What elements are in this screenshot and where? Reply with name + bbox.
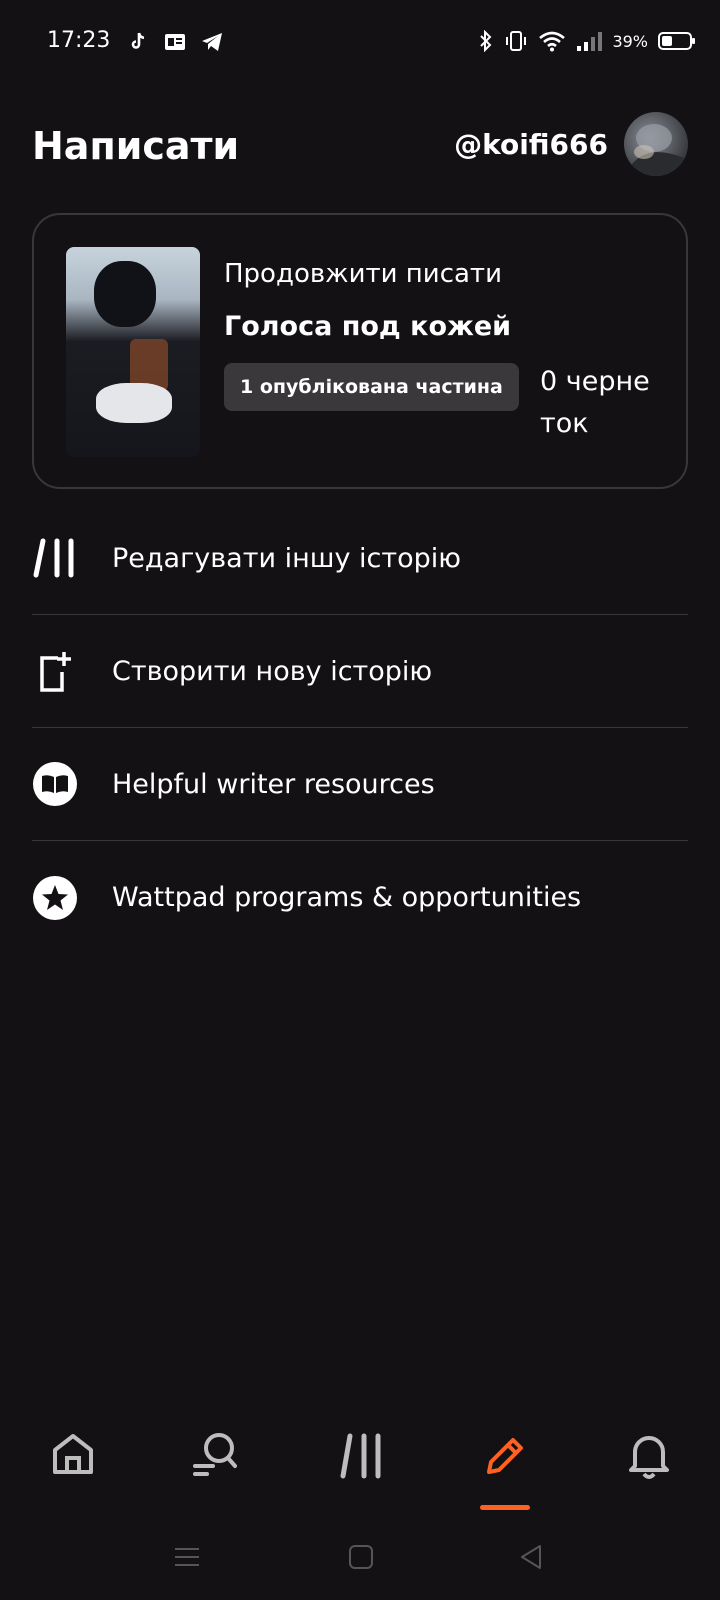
story-title[interactable]: Голоса под кожей: [224, 311, 511, 342]
bluetooth-icon: [480, 30, 492, 52]
page-title: Написати: [32, 124, 240, 168]
battery-icon: [658, 32, 695, 50]
home-icon[interactable]: [28, 1430, 118, 1510]
published-parts-badge: 1 опублікована частина: [224, 363, 519, 411]
battery-percent: 39%: [612, 31, 648, 51]
menu-item-writer-resources[interactable]: Helpful writer resources: [32, 728, 688, 841]
wifi-icon: [539, 31, 566, 52]
library-icon[interactable]: [316, 1430, 406, 1510]
story-cover[interactable]: [66, 247, 200, 457]
menu-item-label: Редагувати іншу історію: [112, 542, 461, 574]
menu-item-label: Створити нову історію: [112, 655, 433, 687]
notifications-icon[interactable]: [604, 1430, 694, 1510]
avatar[interactable]: [624, 112, 688, 176]
signal-icon: [577, 32, 603, 51]
write-menu: Редагувати іншу історію Створити нову іс…: [32, 502, 688, 954]
new-story-icon: [32, 648, 78, 694]
back-icon[interactable]: [516, 1542, 546, 1572]
vibrate-icon: [506, 31, 527, 51]
active-tab-indicator: [480, 1505, 530, 1510]
menu-item-label: Helpful writer resources: [112, 768, 435, 800]
status-time: 17:23: [47, 28, 111, 53]
recents-icon[interactable]: [172, 1542, 202, 1572]
menu-item-wattpad-programs[interactable]: Wattpad programs & opportunities: [32, 841, 688, 954]
menu-item-create-new-story[interactable]: Створити нову історію: [32, 615, 688, 728]
continue-writing-card[interactable]: Продовжити писати Голоса под кожей 1 опу…: [32, 213, 688, 489]
telegram-icon: [202, 33, 222, 51]
page-header: Написати @koifi666: [0, 110, 720, 180]
book-icon: [32, 761, 78, 807]
tiktok-icon: [131, 32, 145, 49]
menu-item-edit-other-story[interactable]: Редагувати іншу історію: [32, 502, 688, 615]
library-icon: [32, 535, 78, 581]
home-button-icon[interactable]: [346, 1542, 376, 1572]
menu-item-label: Wattpad programs & opportunities: [112, 882, 582, 913]
bottom-nav: [0, 1430, 720, 1510]
drafts-count: 0 черне ток: [540, 366, 650, 439]
search-icon[interactable]: [170, 1430, 260, 1510]
status-bar: 17:23 39%: [0, 0, 720, 90]
star-icon: [32, 875, 78, 921]
system-nav-bar: [0, 1530, 720, 1580]
news-icon: [165, 34, 185, 50]
write-icon[interactable]: [460, 1430, 550, 1510]
username[interactable]: @koifi666: [454, 128, 608, 161]
continue-writing-label: Продовжити писати: [224, 259, 502, 289]
